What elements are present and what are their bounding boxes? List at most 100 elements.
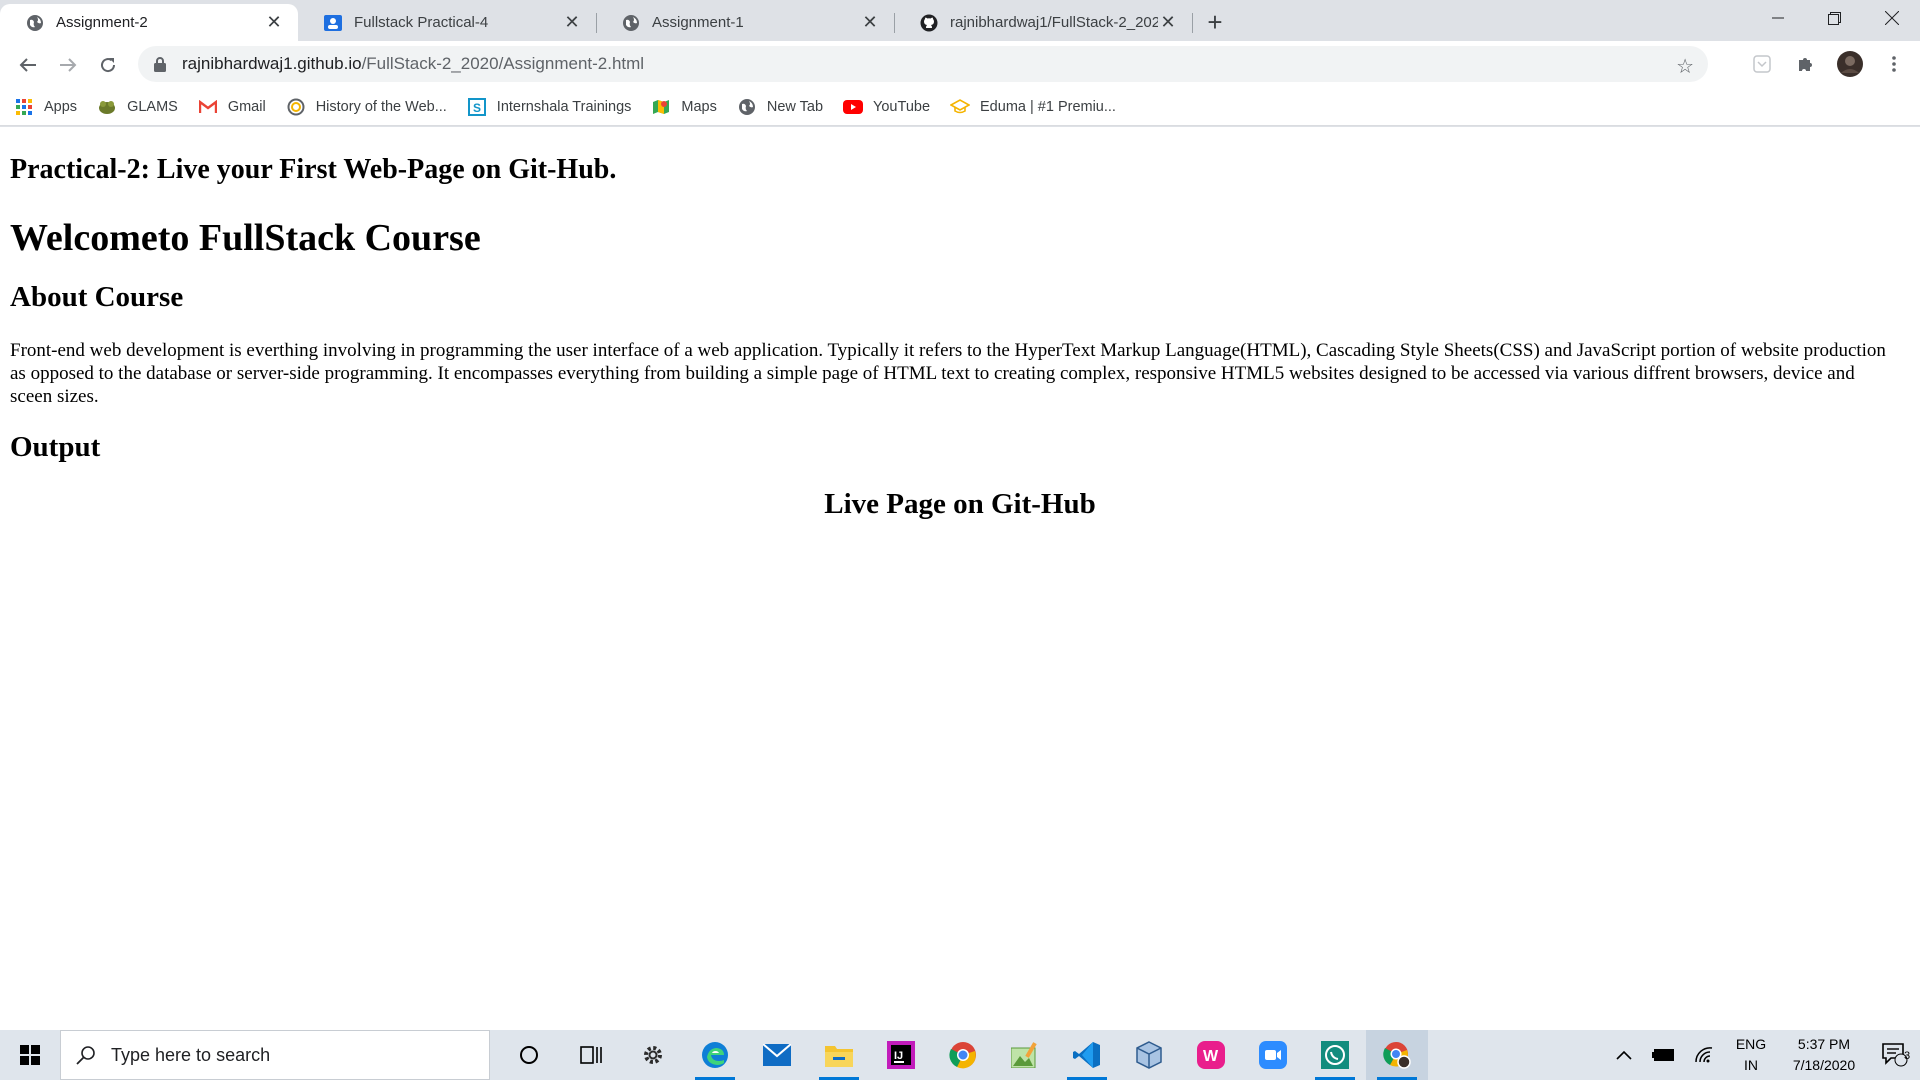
notification-count: 3 bbox=[1903, 1050, 1911, 1062]
github-icon bbox=[920, 14, 938, 32]
whatsapp-icon[interactable] bbox=[1304, 1030, 1366, 1080]
extension-pocket-icon[interactable] bbox=[1744, 45, 1780, 83]
language-region: IN bbox=[1744, 1057, 1758, 1073]
tab-separator bbox=[1192, 13, 1193, 33]
bookmark-label: History of the Web... bbox=[315, 98, 447, 115]
taskbar-pinned-apps: IJ W bbox=[498, 1030, 1428, 1080]
system-clock[interactable]: 5:37 PM 7/18/2020 bbox=[1778, 1034, 1870, 1076]
bookmark-gmail[interactable]: Gmail bbox=[198, 97, 266, 117]
chrome-icon[interactable] bbox=[932, 1030, 994, 1080]
vscode-icon[interactable] bbox=[1056, 1030, 1118, 1080]
url-path: /FullStack-2_2020/Assignment-2.html bbox=[361, 54, 645, 73]
gmail-icon bbox=[198, 97, 218, 117]
bookmark-maps[interactable]: Maps bbox=[651, 97, 717, 117]
windows-start-icon[interactable] bbox=[0, 1030, 60, 1080]
taskbar-search-box[interactable]: Type here to search bbox=[60, 1030, 490, 1080]
jetbrains-ide-icon[interactable]: IJ bbox=[870, 1030, 932, 1080]
system-tray: ENG IN 5:37 PM 7/18/2020 3 bbox=[1604, 1030, 1920, 1080]
bookmark-label: GLAMS bbox=[127, 98, 178, 115]
clock-time: 5:37 PM bbox=[1797, 1036, 1851, 1052]
bookmark-new-tab[interactable]: New Tab bbox=[737, 97, 823, 117]
apps-grid-icon bbox=[14, 97, 34, 117]
task-view-icon[interactable] bbox=[560, 1030, 622, 1080]
bookmark-apps[interactable]: Apps bbox=[14, 97, 77, 117]
tab-assignment-1[interactable]: Assignment-1 ✕ bbox=[596, 4, 895, 41]
mail-icon[interactable] bbox=[746, 1030, 808, 1080]
zoom-icon[interactable] bbox=[1242, 1030, 1304, 1080]
language-indicator[interactable]: ENG IN bbox=[1724, 1034, 1778, 1076]
bookmark-label: YouTube bbox=[873, 98, 931, 115]
search-icon bbox=[75, 1044, 97, 1066]
url-host: rajnibhardwaj1.github.io bbox=[182, 54, 362, 73]
battery-icon[interactable] bbox=[1644, 1030, 1684, 1080]
bookmark-label: Gmail bbox=[227, 98, 266, 115]
virtualbox-icon[interactable] bbox=[1118, 1030, 1180, 1080]
back-arrow-icon[interactable] bbox=[8, 45, 48, 85]
practical-heading: Practical-2: Live your First Web-Page on… bbox=[10, 154, 617, 185]
output-heading: Output bbox=[10, 431, 101, 463]
windows-taskbar: Type here to search IJ W ENG IN 5:37 PM … bbox=[0, 1030, 1920, 1080]
lock-icon[interactable] bbox=[152, 55, 168, 73]
action-center-icon[interactable]: 3 bbox=[1870, 1030, 1920, 1080]
tab-fullstack-practical-4[interactable]: Fullstack Practical-4 ✕ bbox=[298, 4, 597, 41]
file-explorer-icon[interactable] bbox=[808, 1030, 870, 1080]
bookmark-eduma[interactable]: Eduma | #1 Premiu... bbox=[950, 97, 1116, 117]
about-course-paragraph: Front-end web development is everthing i… bbox=[10, 340, 1886, 407]
bookmark-history-of-the-web[interactable]: History of the Web... bbox=[286, 97, 447, 117]
edge-browser-icon[interactable] bbox=[684, 1030, 746, 1080]
globe-icon bbox=[26, 14, 44, 32]
glams-icon bbox=[97, 97, 117, 117]
chrome-profile-running-icon[interactable] bbox=[1366, 1030, 1428, 1080]
tab-assignment-2[interactable]: Assignment-2 ✕ bbox=[0, 4, 298, 41]
wifi-icon[interactable] bbox=[1684, 1030, 1724, 1080]
settings-gear-icon[interactable] bbox=[622, 1030, 684, 1080]
image-editor-icon[interactable] bbox=[994, 1030, 1056, 1080]
bookmark-glams[interactable]: GLAMS bbox=[97, 97, 178, 117]
search-placeholder: Type here to search bbox=[111, 1044, 271, 1065]
address-bar[interactable]: rajnibhardwaj1.github.io/FullStack-2_202… bbox=[138, 46, 1708, 82]
reload-icon[interactable] bbox=[88, 45, 128, 85]
tab-title: Assignment-1 bbox=[652, 14, 744, 31]
youtube-icon bbox=[843, 97, 864, 117]
forward-arrow-icon[interactable] bbox=[48, 45, 88, 85]
menu-kebab-icon[interactable] bbox=[1876, 45, 1912, 83]
bookmark-label: Maps bbox=[681, 98, 717, 115]
bookmark-label: Eduma | #1 Premiu... bbox=[980, 98, 1116, 115]
maps-icon bbox=[651, 97, 671, 117]
bookmark-youtube[interactable]: YouTube bbox=[843, 97, 930, 117]
toolbar-actions bbox=[1744, 45, 1920, 83]
globe-icon bbox=[622, 14, 640, 32]
classroom-icon bbox=[324, 14, 342, 32]
close-tab-icon[interactable]: ✕ bbox=[1158, 12, 1178, 33]
restore-icon[interactable] bbox=[1806, 0, 1863, 36]
window-controls bbox=[1749, 0, 1920, 36]
wamp-server-icon[interactable]: W bbox=[1180, 1030, 1242, 1080]
extensions-puzzle-icon[interactable] bbox=[1788, 45, 1824, 83]
close-window-icon[interactable] bbox=[1863, 0, 1920, 36]
about-course-heading: About Course bbox=[10, 281, 184, 313]
close-tab-icon[interactable]: ✕ bbox=[562, 12, 582, 33]
bookmark-star-icon[interactable]: ☆ bbox=[1676, 54, 1694, 79]
close-tab-icon[interactable]: ✕ bbox=[860, 12, 880, 33]
bookmark-label: Apps bbox=[44, 98, 78, 115]
bookmark-label: Internshala Trainings bbox=[496, 98, 632, 115]
clock-date: 7/18/2020 bbox=[1792, 1057, 1856, 1073]
globe-icon bbox=[737, 97, 757, 117]
minimize-icon[interactable] bbox=[1749, 0, 1806, 36]
close-tab-icon[interactable]: ✕ bbox=[264, 12, 284, 33]
bookmarks-bar: Apps GLAMS Gmail History of the Web... S… bbox=[0, 88, 1920, 126]
profile-avatar[interactable] bbox=[1832, 45, 1868, 83]
new-tab-plus-icon[interactable]: + bbox=[1198, 5, 1232, 39]
svg-text:IJ: IJ bbox=[894, 1050, 903, 1062]
welcome-heading: Welcometo FullStack Course bbox=[10, 217, 481, 259]
tab-github-repo[interactable]: rajnibhardwaj1/FullStack-2_2020 ✕ bbox=[894, 4, 1193, 41]
history-icon bbox=[286, 97, 306, 117]
chevron-up-icon[interactable] bbox=[1604, 1030, 1644, 1080]
tab-strip: Assignment-2 ✕ Fullstack Practical-4 ✕ A… bbox=[0, 0, 1920, 41]
browser-toolbar: rajnibhardwaj1.github.io/FullStack-2_202… bbox=[0, 41, 1920, 88]
cortana-icon[interactable] bbox=[498, 1030, 560, 1080]
live-page-heading: Live Page on Git-Hub bbox=[824, 488, 1096, 520]
internshala-icon: S bbox=[467, 97, 487, 117]
browser-chrome: Assignment-2 ✕ Fullstack Practical-4 ✕ A… bbox=[0, 0, 1920, 127]
bookmark-internshala[interactable]: S Internshala Trainings bbox=[467, 97, 632, 117]
